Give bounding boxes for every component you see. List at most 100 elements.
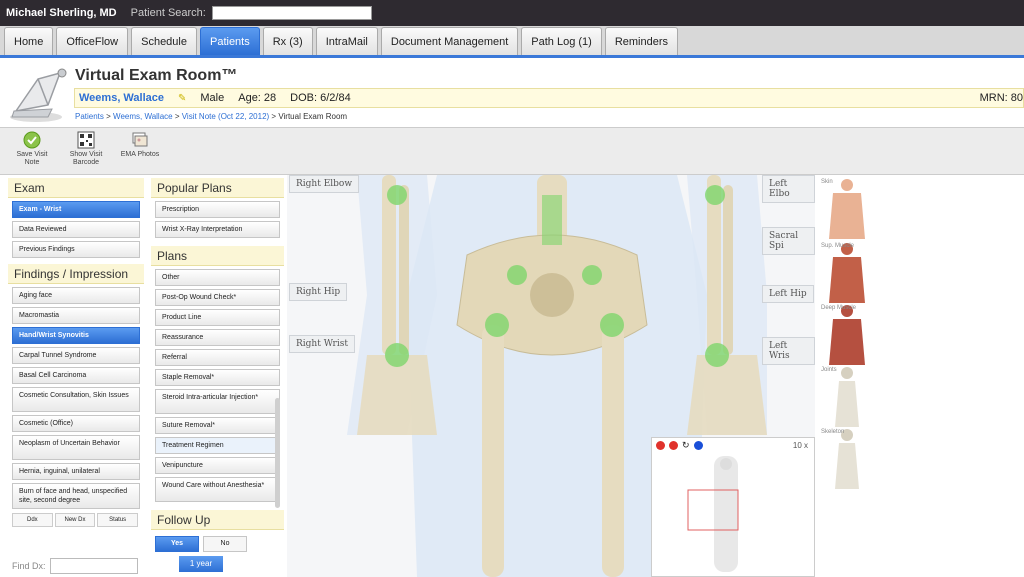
- zoom-out-icon[interactable]: [669, 440, 678, 450]
- show-visit-barcode-button[interactable]: Show Visit Barcode: [64, 128, 108, 174]
- finding-item[interactable]: Cosmetic Consultation, Skin Issues: [12, 387, 140, 412]
- edit-patient-icon[interactable]: ✎: [178, 93, 186, 104]
- plan-item[interactable]: Suture Removal*: [155, 417, 280, 434]
- plan-item[interactable]: Product Line: [155, 309, 280, 326]
- photos-icon: [132, 132, 148, 147]
- plans-panel: Popular Plans Prescription Wrist X-Ray I…: [151, 178, 284, 577]
- ddx-button[interactable]: Ddx: [12, 513, 53, 527]
- region-left-elbow[interactable]: Left Elbo: [762, 175, 815, 203]
- tab-schedule[interactable]: Schedule: [131, 27, 197, 55]
- follow-up-no-button[interactable]: No: [203, 536, 247, 552]
- layer-skin-label: Skin: [821, 179, 833, 185]
- layer-sup-muscle-label: Sup. Muscle: [821, 243, 855, 249]
- new-dx-button[interactable]: New Dx: [54, 513, 96, 527]
- patient-mrn: MRN: 80: [979, 92, 1023, 104]
- region-right-elbow[interactable]: Right Elbow: [289, 175, 360, 193]
- minimap-navigator[interactable]: ↻ 10 x: [651, 437, 815, 577]
- finding-item[interactable]: Hernia, inguinal, unilateral: [12, 463, 140, 480]
- region-left-hip[interactable]: Left Hip: [762, 285, 814, 303]
- exam-findings-panel: Exam Exam - Wrist Data Reviewed Previous…: [8, 178, 144, 577]
- find-dx-label: Find Dx:: [12, 561, 46, 571]
- show-visit-barcode-label: Show Visit Barcode: [69, 151, 103, 166]
- finding-item[interactable]: Cosmetic (Office): [12, 415, 140, 432]
- plan-item[interactable]: Reassurance: [155, 329, 280, 346]
- finding-item[interactable]: Macromastia: [12, 307, 140, 324]
- tab-document-management[interactable]: Document Management: [380, 27, 519, 55]
- status-button[interactable]: Status: [97, 513, 139, 527]
- layer-joints[interactable]: Joints: [819, 365, 875, 427]
- exam-item[interactable]: Previous Findings: [12, 241, 140, 258]
- follow-up-period-button[interactable]: 1 year: [179, 556, 223, 572]
- layer-sup-muscle[interactable]: Sup. Muscle: [819, 241, 875, 303]
- plan-item[interactable]: Wound Care without Anesthesia*: [155, 477, 280, 502]
- patient-info-strip: Weems, Wallace ✎ Male Age: 28 DOB: 6/2/8…: [74, 88, 1024, 108]
- tab-path-log[interactable]: Path Log (1): [521, 27, 602, 55]
- top-bar: Michael Sherling, MD Patient Search:: [0, 0, 1024, 26]
- popular-plan-item[interactable]: Wrist X-Ray Interpretation: [155, 221, 280, 238]
- layer-deep-muscle[interactable]: Deep Muscle: [819, 303, 875, 365]
- follow-up-toggle: Yes No: [155, 536, 280, 552]
- exam-item[interactable]: Data Reviewed: [12, 221, 140, 238]
- plan-item[interactable]: Referral: [155, 349, 280, 366]
- plan-item[interactable]: Other: [155, 269, 280, 286]
- tab-officeflow[interactable]: OfficeFlow: [56, 27, 129, 55]
- find-dx: Find Dx:: [12, 558, 138, 574]
- layer-skin[interactable]: Skin: [819, 177, 875, 239]
- plan-item[interactable]: Venipuncture: [155, 457, 280, 474]
- tab-rx[interactable]: Rx (3): [262, 27, 313, 55]
- save-visit-note-button[interactable]: Save Visit Note: [10, 128, 54, 174]
- region-left-wrist[interactable]: Left Wris: [762, 337, 815, 365]
- layer-deep-muscle-label: Deep Muscle: [821, 305, 857, 311]
- find-dx-input[interactable]: [49, 558, 138, 574]
- deep-muscle-layer-icon: [829, 305, 865, 365]
- user-name: Michael Sherling, MD: [6, 7, 117, 19]
- finding-item[interactable]: Burn of face and head, unspecified site,…: [12, 483, 140, 509]
- finding-item[interactable]: Neoplasm of Uncertain Behavior: [12, 435, 140, 460]
- region-sacral-spine[interactable]: Sacral Spi: [762, 227, 815, 255]
- region-right-hip[interactable]: Right Hip: [289, 283, 348, 301]
- finding-item[interactable]: Carpal Tunnel Syndrome: [12, 347, 140, 364]
- breadcrumb-visit-note[interactable]: Visit Note (Oct 22, 2012): [182, 112, 269, 121]
- zoom-in-icon[interactable]: [656, 440, 665, 450]
- exam-item[interactable]: Exam - Wrist: [12, 201, 140, 218]
- zoom-level: 10 x: [792, 440, 808, 450]
- action-toolbar: Save Visit Note Show Visit Barcode EMA P…: [0, 127, 1024, 175]
- minimap-toolbar: ↻ 10 x: [652, 438, 814, 452]
- popular-plan-item[interactable]: Prescription: [155, 201, 280, 218]
- plan-item[interactable]: Treatment Regimen: [155, 437, 280, 454]
- tab-home[interactable]: Home: [4, 27, 54, 55]
- patient-search-input[interactable]: [211, 6, 372, 20]
- finding-item[interactable]: Basal Cell Carcinoma: [12, 367, 140, 384]
- plan-item[interactable]: Steroid Intra-articular Injection*: [155, 389, 280, 414]
- tab-reminders[interactable]: Reminders: [604, 27, 679, 55]
- layer-skeleton[interactable]: Skeleton: [819, 427, 875, 489]
- anatomy-viewer[interactable]: Right Elbow Right Hip Right Wrist Left E…: [287, 175, 815, 577]
- findings-section-title: Findings / Impression: [8, 264, 144, 284]
- popular-plans-title: Popular Plans: [151, 178, 284, 198]
- patient-sex: Male: [200, 92, 225, 104]
- finding-item[interactable]: Hand/Wrist Synovitis: [12, 327, 140, 344]
- color-dot-icon[interactable]: [693, 440, 703, 450]
- patient-age: Age: 28: [238, 92, 277, 104]
- plans-scrollbar[interactable]: [275, 398, 280, 508]
- page-header: Virtual Exam Room™ Weems, Wallace ✎ Male…: [0, 61, 1024, 127]
- minimap-skeleton: [687, 456, 739, 572]
- breadcrumb: Patients > Weems, Wallace > Visit Note (…: [75, 112, 347, 121]
- breadcrumb-patients[interactable]: Patients: [75, 112, 104, 121]
- follow-up-title: Follow Up: [151, 510, 284, 530]
- tab-intramail[interactable]: IntraMail: [315, 27, 378, 55]
- ema-photos-button[interactable]: EMA Photos: [118, 128, 162, 174]
- follow-up-yes-button[interactable]: Yes: [155, 536, 199, 552]
- barcode-icon: [77, 131, 95, 149]
- region-right-wrist[interactable]: Right Wrist: [289, 335, 355, 353]
- patient-dob: DOB: 6/2/84: [290, 92, 351, 104]
- save-visit-note-label: Save Visit Note: [16, 151, 48, 166]
- tab-patients[interactable]: Patients: [199, 27, 260, 55]
- patient-name-link[interactable]: Weems, Wallace: [79, 92, 164, 104]
- plan-item[interactable]: Post-Op Wound Check*: [155, 289, 280, 306]
- breadcrumb-patient[interactable]: Weems, Wallace: [113, 112, 173, 121]
- rotate-icon[interactable]: ↻: [682, 440, 690, 451]
- joints-layer-icon: [835, 367, 859, 427]
- plan-item[interactable]: Staple Removal*: [155, 369, 280, 386]
- finding-item[interactable]: Aging face: [12, 287, 140, 304]
